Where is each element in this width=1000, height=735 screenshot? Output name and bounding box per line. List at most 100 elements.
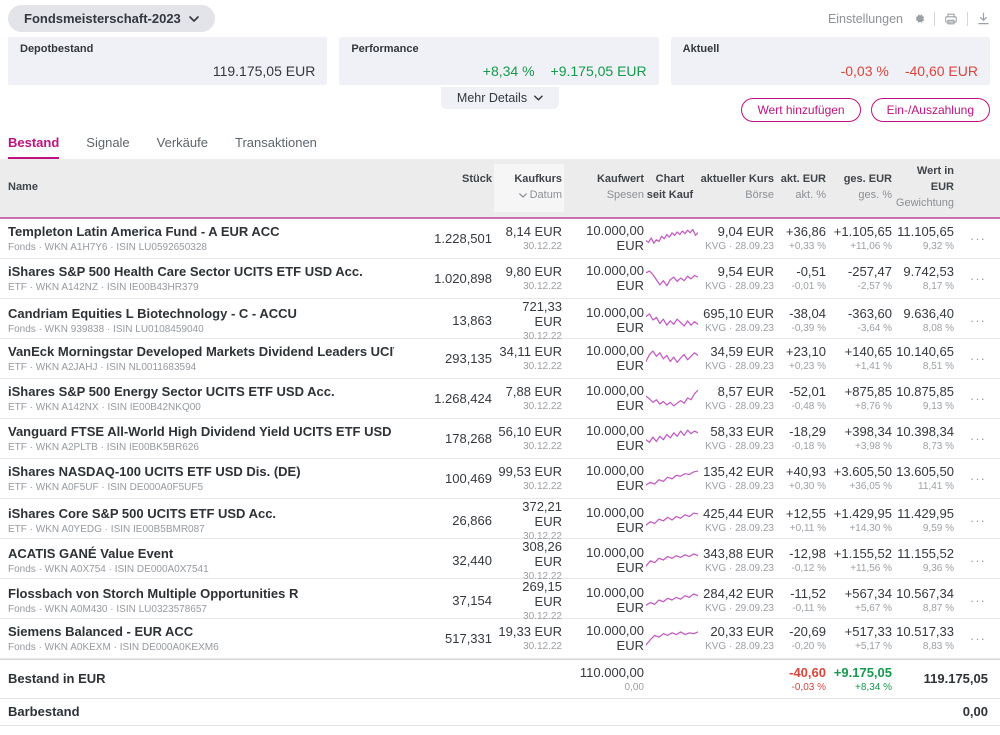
fund-name[interactable]: iShares Core S&P 500 UCITS ETF USD Acc. <box>8 506 392 521</box>
sparkline-chart[interactable] <box>646 547 698 573</box>
table-row[interactable]: Templeton Latin America Fund - A EUR ACC… <box>0 219 1000 259</box>
table-header: Name Stück Kaufkurs Datum Kaufwert Spesen… <box>0 159 1000 219</box>
sparkline-chart[interactable] <box>646 587 698 613</box>
fund-name-cell[interactable]: Siemens Balanced - EUR ACC Fonds · WKN A… <box>0 624 394 653</box>
fund-name-cell[interactable]: VanEck Morningstar Developed Markets Div… <box>0 344 394 373</box>
row-menu-button[interactable]: ··· <box>956 553 1000 568</box>
download-icon[interactable] <box>977 12 990 25</box>
aktuell-pct: -0,03 % <box>840 63 889 79</box>
akt-cell: +40,93 +0,30 % <box>785 464 826 493</box>
fund-name[interactable]: ACATIS GANÉ Value Event <box>8 546 392 561</box>
row-menu-button[interactable]: ··· <box>956 471 1000 486</box>
settings-label[interactable]: Einstellungen <box>828 12 903 26</box>
sparkline-chart[interactable] <box>646 385 698 411</box>
fund-name[interactable]: Flossbach von Storch Multiple Opportunit… <box>8 586 392 601</box>
holdings-rows: Templeton Latin America Fund - A EUR ACC… <box>0 219 1000 659</box>
more-details-button[interactable]: Mehr Details <box>440 87 560 109</box>
akt-cell: -0,51 -0,01 % <box>791 264 826 293</box>
kaufwert-cell: 10.000,00 EUR <box>586 585 644 616</box>
table-row[interactable]: Candriam Equities L Biotechnology - C - … <box>0 299 1000 342</box>
row-menu-button[interactable]: ··· <box>956 391 1000 406</box>
table-row[interactable]: Siemens Balanced - EUR ACC Fonds · WKN A… <box>0 619 1000 659</box>
kurs-cell: 20,33 EUR KVG · 28.09.23 <box>705 624 774 653</box>
gear-icon[interactable] <box>912 12 925 25</box>
sparkline-chart[interactable] <box>646 307 698 333</box>
row-menu-button[interactable]: ··· <box>956 631 1000 646</box>
tab-bestand[interactable]: Bestand <box>8 135 60 159</box>
fund-name[interactable]: Vanguard FTSE All-World High Dividend Yi… <box>8 424 394 439</box>
kurs-cell: 695,10 EUR KVG · 28.09.23 <box>703 306 774 335</box>
fund-name-cell[interactable]: iShares NASDAQ-100 UCITS ETF USD Dis. (D… <box>0 464 394 493</box>
kaufkurs-cell: 372,21 EUR 30.12.22 <box>522 498 562 542</box>
col-stueck[interactable]: Stück <box>394 172 494 204</box>
fund-name[interactable]: Templeton Latin America Fund - A EUR ACC <box>8 224 392 239</box>
kaufwert-cell: 10.000,00 EUR <box>586 463 644 494</box>
chevron-down-icon <box>188 15 199 22</box>
fund-name[interactable]: Candriam Equities L Biotechnology - C - … <box>8 306 392 321</box>
row-menu-button[interactable]: ··· <box>956 513 1000 528</box>
ges-cell: -257,47 -2,57 % <box>847 264 892 293</box>
fund-name-cell[interactable]: iShares S&P 500 Health Care Sector UCITS… <box>0 264 394 293</box>
table-row[interactable]: iShares S&P 500 Health Care Sector UCITS… <box>0 259 1000 299</box>
col-ges[interactable]: ges. EUR ges. % <box>828 172 894 204</box>
table-row[interactable]: Flossbach von Storch Multiple Opportunit… <box>0 579 1000 622</box>
fund-name-cell[interactable]: iShares Core S&P 500 UCITS ETF USD Acc. … <box>0 506 394 535</box>
fund-name[interactable]: iShares S&P 500 Energy Sector UCITS ETF … <box>8 384 392 399</box>
kaufkurs-cell: 9,80 EUR 30.12.22 <box>505 264 562 293</box>
fund-name[interactable]: Siemens Balanced - EUR ACC <box>8 624 392 639</box>
table-row[interactable]: iShares S&P 500 Energy Sector UCITS ETF … <box>0 379 1000 419</box>
table-row[interactable]: iShares NASDAQ-100 UCITS ETF USD Dis. (D… <box>0 459 1000 499</box>
fund-name-cell[interactable]: Templeton Latin America Fund - A EUR ACC… <box>0 224 394 253</box>
fund-name-cell[interactable]: Candriam Equities L Biotechnology - C - … <box>0 306 394 335</box>
tab-transaktionen[interactable]: Transaktionen <box>235 135 317 159</box>
wert-cell: 10.517,33 8,83 % <box>896 624 954 653</box>
table-row[interactable]: Vanguard FTSE All-World High Dividend Yi… <box>0 419 1000 459</box>
table-row[interactable]: ACATIS GANÉ Value Event Fonds · WKN A0X7… <box>0 539 1000 582</box>
summary-cards: Depotbestand 119.175,05 EUR Performance … <box>0 35 1000 85</box>
col-akt[interactable]: akt. EUR akt. % <box>776 172 828 204</box>
tab-signale[interactable]: Signale <box>86 135 129 159</box>
fund-name[interactable]: VanEck Morningstar Developed Markets Div… <box>8 344 394 359</box>
row-menu-button[interactable]: ··· <box>956 231 1000 246</box>
kurs-cell: 58,33 EUR KVG · 28.09.23 <box>705 424 774 453</box>
footer-label: Barbestand <box>8 704 80 720</box>
col-kurs[interactable]: aktueller Kurs Börse <box>696 172 776 204</box>
print-icon[interactable] <box>944 12 958 26</box>
add-value-button[interactable]: Wert hinzufügen <box>741 98 861 122</box>
kaufwert-cell: 10.000,00 EUR <box>586 305 644 336</box>
fund-name-cell[interactable]: Vanguard FTSE All-World High Dividend Yi… <box>0 424 394 453</box>
payment-button[interactable]: Ein-/Auszahlung <box>870 98 990 122</box>
card-depotbestand: Depotbestand 119.175,05 EUR <box>8 37 328 85</box>
fund-meta: Fonds · WKN A1H7Y6 · ISIN LU0592650328 <box>8 241 207 253</box>
sparkline-chart[interactable] <box>646 225 698 251</box>
tab-verkaeufe[interactable]: Verkäufe <box>157 135 208 159</box>
sparkline-chart[interactable] <box>646 425 698 451</box>
fund-name-cell[interactable]: iShares S&P 500 Energy Sector UCITS ETF … <box>0 384 394 413</box>
col-kaufkurs-sorted[interactable]: Kaufkurs Datum <box>494 164 564 212</box>
akt-cell: -12,98 -0,12 % <box>789 546 826 575</box>
col-chart[interactable]: Chart seit Kauf <box>646 172 696 204</box>
row-menu-button[interactable]: ··· <box>956 351 1000 366</box>
row-menu-button[interactable]: ··· <box>956 313 1000 328</box>
fund-name-cell[interactable]: Flossbach von Storch Multiple Opportunit… <box>0 586 394 615</box>
portfolio-selector[interactable]: Fondsmeisterschaft-2023 <box>8 5 215 32</box>
more-details-label: Mehr Details <box>456 91 528 105</box>
row-menu-button[interactable]: ··· <box>956 431 1000 446</box>
fund-name[interactable]: iShares S&P 500 Health Care Sector UCITS… <box>8 264 392 279</box>
fund-name-cell[interactable]: ACATIS GANÉ Value Event Fonds · WKN A0X7… <box>0 546 394 575</box>
stueck-cell: 1.268,424 <box>434 390 492 406</box>
sparkline-chart[interactable] <box>646 507 698 533</box>
row-menu-button[interactable]: ··· <box>956 271 1000 286</box>
fund-name[interactable]: iShares NASDAQ-100 UCITS ETF USD Dis. (D… <box>8 464 392 479</box>
sparkline-chart[interactable] <box>646 345 698 371</box>
table-row[interactable]: iShares Core S&P 500 UCITS ETF USD Acc. … <box>0 498 1000 542</box>
col-wert[interactable]: Wert in EUR Gewichtung <box>894 164 956 212</box>
col-name[interactable]: Name <box>0 180 394 196</box>
col-kaufwert[interactable]: Kaufwert Spesen <box>564 172 646 204</box>
sparkline-chart[interactable] <box>646 625 698 651</box>
sparkline-chart[interactable] <box>646 265 698 291</box>
row-menu-button[interactable]: ··· <box>956 593 1000 608</box>
sparkline-chart[interactable] <box>646 465 698 491</box>
ges-cell: +1.155,52 +11,56 % <box>833 546 892 575</box>
table-row[interactable]: VanEck Morningstar Developed Markets Div… <box>0 339 1000 379</box>
